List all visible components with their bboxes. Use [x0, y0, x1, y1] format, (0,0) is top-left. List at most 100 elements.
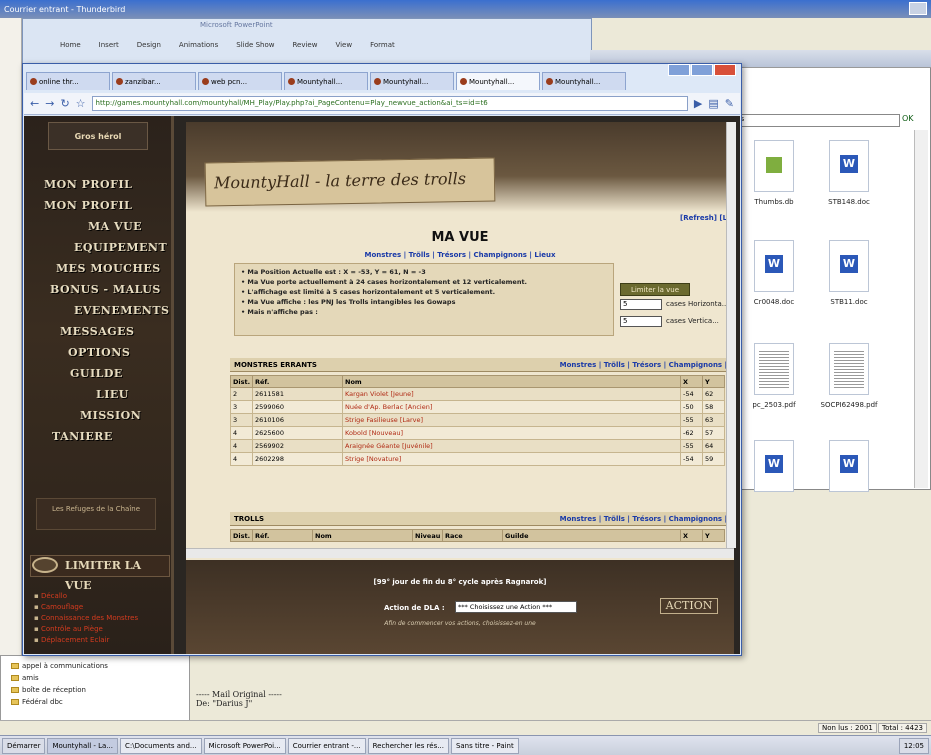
file-item[interactable] — [810, 440, 888, 498]
menu-item[interactable]: TANIERE — [40, 430, 160, 451]
wrench-icon[interactable]: ✎ — [725, 97, 734, 110]
menu-item[interactable]: MON PROFIL — [40, 178, 160, 199]
section-links[interactable]: Monstres | Trõlls | Trésors | Champignon… — [560, 515, 734, 523]
refresh-link[interactable]: [Refresh] [L — [680, 214, 727, 222]
category-filter-links[interactable]: Monstres | Trõlls | Trésors | Champignon… — [186, 251, 734, 259]
file-item[interactable]: STB11.doc — [810, 240, 888, 306]
action-link[interactable]: Camouflage — [34, 603, 174, 614]
column-header[interactable]: Nom — [342, 375, 681, 388]
monster-link[interactable]: Nuée d'Ap. Berlac [Ancien] — [342, 400, 681, 414]
menu-item[interactable]: MESSAGES — [40, 325, 160, 346]
menu-item[interactable]: OPTIONS — [40, 346, 160, 367]
menu-item[interactable]: MISSION — [40, 409, 160, 430]
column-header[interactable]: Y — [702, 529, 725, 542]
folder-item[interactable]: appel à communications — [11, 660, 179, 672]
monster-link[interactable]: Araignée Géante [Juvénile] — [342, 439, 681, 453]
horizontal-scrollbar[interactable] — [186, 548, 734, 558]
browser-tab[interactable]: Mountyhall... — [370, 72, 454, 90]
monster-link[interactable]: Strige Fasilieuse [Larve] — [342, 413, 681, 427]
menu-item-ma-vue[interactable]: MA VUE — [40, 220, 160, 241]
action-button[interactable]: ACTION — [660, 598, 718, 614]
menu-item[interactable]: BONUS - MALUS — [40, 283, 160, 304]
column-header[interactable]: Dist. — [230, 529, 253, 542]
menu-item[interactable]: EVENEMENTS — [40, 304, 169, 325]
file-item[interactable]: SOCPI62498.pdf — [810, 343, 888, 409]
menu-item[interactable]: EQUIPEMENT — [40, 241, 167, 262]
taskbar-item[interactable]: Mountyhall - La... — [47, 737, 119, 754]
monster-link[interactable]: Strige [Novature] — [342, 452, 681, 466]
ribbon-tab-review[interactable]: Review — [292, 41, 317, 49]
folder-item[interactable]: amis — [11, 672, 179, 684]
horizontal-distance-input[interactable]: 5 — [620, 299, 662, 310]
browser-tab[interactable]: online thr... — [26, 72, 110, 90]
action-link[interactable]: Connaissance des Monstres — [34, 614, 174, 625]
file-item[interactable] — [735, 440, 813, 498]
column-header[interactable]: Y — [702, 375, 725, 388]
taskbar-item[interactable]: Microsoft PowerPoi... — [203, 737, 286, 754]
column-header[interactable]: Réf. — [252, 375, 343, 388]
ribbon-tab-view[interactable]: View — [335, 41, 352, 49]
column-header[interactable]: Guilde — [502, 529, 681, 542]
action-hint: Afin de commencer vos actions, choisisse… — [384, 620, 536, 627]
table-row: 4 2569902 Araignée Géante [Juvénile] -55 64 — [230, 439, 725, 453]
column-header[interactable]: Race — [442, 529, 503, 542]
column-header[interactable]: Réf. — [252, 529, 313, 542]
browser-tab[interactable]: zanzibar... — [112, 72, 196, 90]
action-select[interactable]: *** Choisissez une Action *** — [455, 601, 577, 613]
explorer-go-button[interactable]: OK — [902, 114, 914, 123]
start-button[interactable]: Démarrer — [2, 737, 46, 754]
action-link[interactable]: Contrôle au Piège — [34, 625, 174, 636]
browser-tab[interactable]: Mountyhall... — [284, 72, 368, 90]
view-info-box: Ma Position Actuelle est : X = -53, Y = … — [234, 263, 614, 336]
ribbon-tab-slideshow[interactable]: Slide Show — [236, 41, 274, 49]
url-bar[interactable]: http://games.mountyhall.com/mountyhall/M… — [91, 96, 688, 111]
vertical-distance-input[interactable]: 5 — [620, 316, 662, 327]
browser-tab-active[interactable]: Mountyhall... — [456, 72, 540, 90]
taskbar-item[interactable]: Courrier entrant -... — [287, 737, 366, 754]
file-item[interactable]: STB148.doc — [810, 140, 888, 206]
horizontal-distance-label: cases Horizonta... — [666, 300, 729, 308]
vertical-scrollbar[interactable] — [726, 122, 736, 548]
browser-tab[interactable]: web pcn... — [198, 72, 282, 90]
forward-arrow-icon[interactable]: → — [45, 97, 54, 110]
ribbon-tab-format[interactable]: Format — [370, 41, 395, 49]
column-header[interactable]: Nom — [312, 529, 413, 542]
file-item[interactable]: Cr0048.doc — [735, 240, 813, 306]
taskbar-item[interactable]: C:\Documents and... — [120, 737, 202, 754]
browser-tab[interactable]: Mountyhall... — [542, 72, 626, 90]
explorer-address-field[interactable]: mules — [720, 114, 900, 127]
monster-link[interactable]: Kobold [Nouveau] — [342, 426, 681, 440]
folder-item[interactable]: Fédéral dbc — [11, 696, 179, 708]
go-arrow-icon[interactable]: ▶ — [694, 97, 702, 110]
action-link[interactable]: Décallo — [34, 592, 174, 603]
action-link[interactable]: Déplacement Eclair — [34, 636, 174, 647]
ribbon-tab-home[interactable]: Home — [60, 41, 81, 49]
database-file-icon — [754, 140, 794, 192]
page-menu-icon[interactable]: ▤ — [708, 97, 718, 110]
pdf-file-icon — [829, 343, 869, 395]
monster-link[interactable]: Kargan Violet [Jeune] — [342, 387, 681, 401]
taskbar-item[interactable]: Rechercher les rés... — [367, 737, 449, 754]
ribbon-tab-animations[interactable]: Animations — [179, 41, 218, 49]
taskbar-item[interactable]: Sans titre - Paint — [450, 737, 519, 754]
ribbon-tab-design[interactable]: Design — [137, 41, 161, 49]
menu-item[interactable]: GUILDE — [40, 367, 160, 388]
menu-item[interactable]: MES MOUCHES — [40, 262, 160, 283]
menu-item[interactable]: MON PROFIL — [40, 199, 160, 220]
back-arrow-icon[interactable]: ← — [30, 97, 39, 110]
ribbon-tab-insert[interactable]: Insert — [99, 41, 119, 49]
limit-view-submit[interactable]: Limiter la vue — [620, 283, 690, 296]
menu-item[interactable]: LIEU — [40, 388, 160, 409]
column-header[interactable]: X — [680, 375, 703, 388]
file-item[interactable]: Thumbs.db — [735, 140, 813, 206]
column-header[interactable]: Dist. — [230, 375, 253, 388]
folder-item[interactable]: boîte de réception — [11, 684, 179, 696]
column-header[interactable]: Niveau — [412, 529, 443, 542]
file-item[interactable]: pc_2503.pdf — [735, 343, 813, 409]
column-header[interactable]: X — [680, 529, 703, 542]
section-links[interactable]: Monstres | Trõlls | Trésors | Champignon… — [560, 361, 734, 369]
explorer-scrollbar[interactable] — [914, 130, 928, 488]
window-controls[interactable] — [909, 2, 927, 15]
bookmark-star-icon[interactable]: ☆ — [76, 97, 86, 110]
reload-icon[interactable]: ↻ — [60, 97, 69, 110]
